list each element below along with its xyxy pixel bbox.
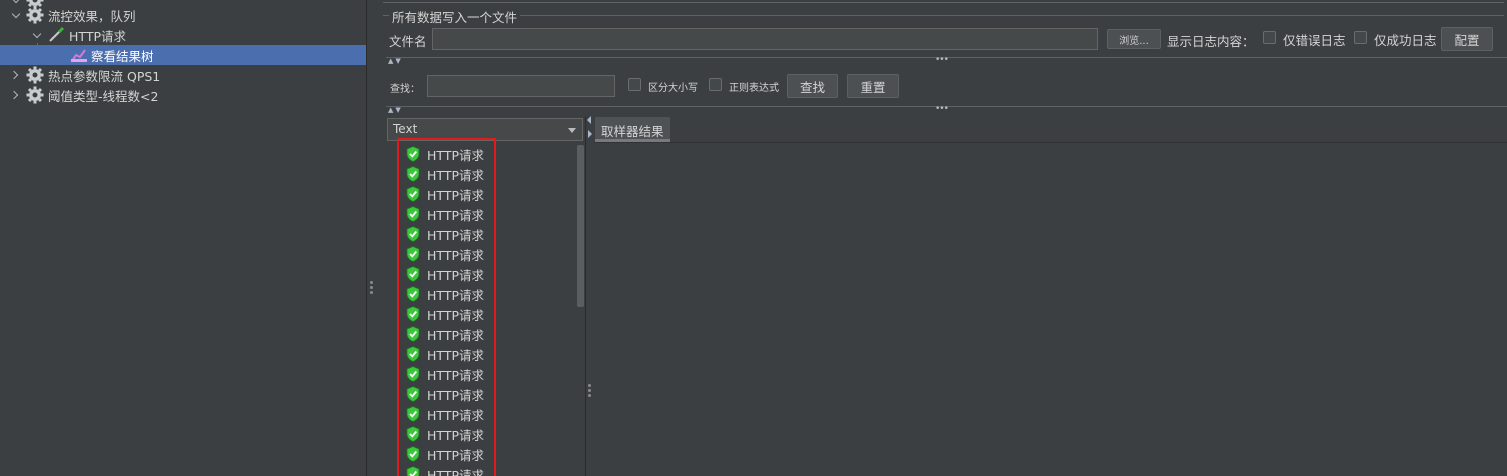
splitter-grip-icon: ••• — [935, 104, 949, 114]
pipette-icon — [49, 26, 65, 42]
success-only-checkbox[interactable] — [1354, 31, 1367, 44]
tab-sampler-result[interactable]: 取样器结果 — [595, 117, 670, 142]
log-content-label: 显示日志内容： — [1167, 34, 1255, 49]
list-scrollbar-thumb[interactable] — [577, 145, 584, 307]
chart-icon — [71, 49, 87, 62]
test-plan-tree[interactable]: 流控效果，队列 HTTP请求 察看结果树 热点参数限流 QPS1 阈值类型-线程… — [0, 0, 366, 476]
gear-icon — [26, 86, 44, 104]
tree-item-flow-control[interactable]: 流控效果，队列 — [0, 5, 366, 25]
tree-item-label: 察看结果树 — [91, 48, 154, 64]
splitter-grip-icon: ••• — [935, 55, 949, 65]
case-sensitive-label: 区分大小写 — [648, 83, 698, 94]
errors-only-label: 仅错误日志 — [1283, 33, 1346, 48]
chevron-down-icon — [568, 128, 576, 133]
gear-icon — [26, 6, 44, 24]
tree-item-label: HTTP请求 — [69, 28, 126, 44]
tree-item-threshold[interactable]: 阈值类型-线程数<2 — [0, 85, 366, 105]
search-label: 查找： — [390, 84, 420, 95]
top-divider — [383, 0, 1504, 3]
result-splitter[interactable] — [585, 116, 594, 476]
splitter-grip-icon — [588, 384, 591, 398]
chevron-right-icon[interactable] — [10, 89, 22, 101]
tree-item-label: 阈值类型-线程数<2 — [48, 88, 159, 104]
config-button[interactable]: 配置 — [1441, 27, 1493, 51]
case-sensitive-checkbox[interactable] — [628, 78, 641, 91]
regex-label: 正则表达式 — [729, 83, 779, 94]
filename-input[interactable] — [432, 28, 1098, 50]
chevron-down-icon[interactable] — [10, 9, 22, 21]
success-only-label: 仅成功日志 — [1374, 33, 1437, 48]
highlight-box — [397, 138, 496, 476]
reset-button[interactable]: 重置 — [847, 74, 899, 98]
search-input[interactable] — [427, 75, 615, 97]
browse-button[interactable]: 浏览... — [1107, 29, 1161, 49]
find-button[interactable]: 查找 — [787, 74, 838, 98]
collapse-arrows-icon[interactable]: ▲▼ — [388, 57, 403, 65]
tree-item-label: 流控效果，队列 — [48, 8, 136, 24]
splitter-grip-icon — [370, 281, 373, 295]
collapse-right-icon[interactable] — [588, 130, 592, 138]
renderer-select-value: Text — [393, 122, 418, 136]
regex-checkbox[interactable] — [709, 78, 722, 91]
collapse-left-icon[interactable] — [587, 116, 591, 124]
file-group-box — [383, 15, 1504, 16]
errors-only-checkbox[interactable] — [1263, 31, 1276, 44]
tree-item-label: 热点参数限流 QPS1 — [48, 68, 161, 84]
sampler-detail-panel: 取样器结果 — [594, 116, 1507, 476]
tab-divider — [594, 142, 1507, 143]
tree-item-http-request[interactable]: HTTP请求 — [0, 25, 366, 45]
gear-icon — [26, 66, 44, 84]
chevron-down-icon[interactable] — [31, 29, 43, 41]
tree-item-view-results-tree[interactable]: 察看结果树 — [0, 45, 366, 65]
filename-label: 文件名 — [389, 34, 427, 49]
tree-item-hotspot[interactable]: 热点参数限流 QPS1 — [0, 65, 366, 85]
file-group-legend: 所有数据写入一个文件 — [389, 7, 521, 26]
sample-result-list-panel: Text HTTP请求 HTTP请求 HTTP请求 HTTP请求 HTTP请求 HTTP请… — [386, 116, 586, 476]
main-splitter[interactable] — [366, 0, 376, 476]
collapse-arrows-icon[interactable]: ▲▼ — [388, 106, 403, 114]
chevron-right-icon[interactable] — [10, 69, 22, 81]
